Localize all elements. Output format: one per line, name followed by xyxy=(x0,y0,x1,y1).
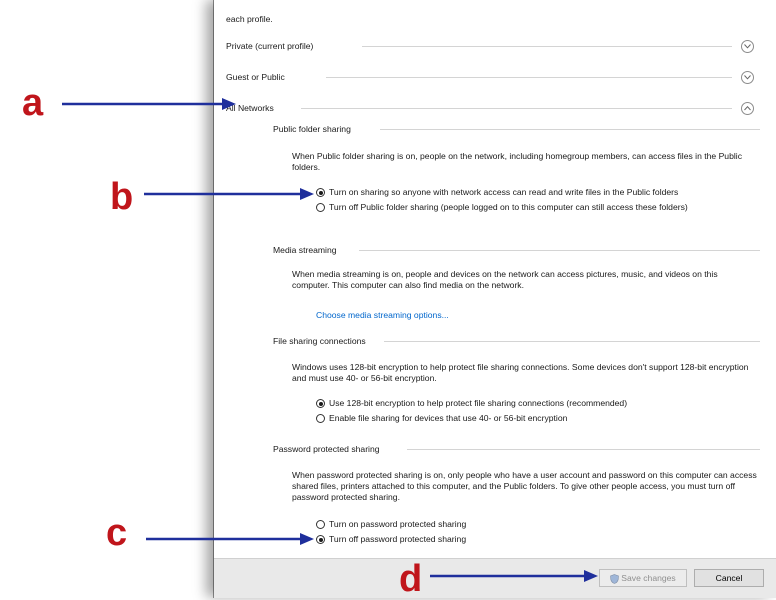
radio-button[interactable] xyxy=(316,535,325,544)
radio-label: Use 128-bit encryption to help protect f… xyxy=(329,398,628,408)
annotation-letter-a: a xyxy=(22,82,44,124)
radio-label: Turn on sharing so anyone with network a… xyxy=(329,187,679,197)
save-changes-button[interactable]: Save changes xyxy=(599,569,687,587)
radio-button[interactable] xyxy=(316,188,325,197)
annotation-arrow-b xyxy=(144,188,314,200)
radio-button[interactable] xyxy=(316,399,325,408)
divider xyxy=(384,341,760,342)
settings-content: each profile. Private (current profile) … xyxy=(214,0,776,558)
radio-password-on[interactable]: Turn on password protected sharing xyxy=(316,519,716,530)
section-heading-media: Media streaming xyxy=(273,245,337,255)
radio-public-folder-on[interactable]: Turn on sharing so anyone with network a… xyxy=(316,187,766,198)
section-heading-file-sharing: File sharing connections xyxy=(273,336,366,346)
media-description: When media streaming is on, people and d… xyxy=(292,269,718,290)
annotation-letter-b: b xyxy=(110,176,134,218)
profile-guest-label[interactable]: Guest or Public xyxy=(226,72,285,83)
password-description: When password protected sharing is on, o… xyxy=(292,470,757,502)
section-heading-public-folder: Public folder sharing xyxy=(273,124,351,134)
divider xyxy=(326,77,732,78)
radio-button[interactable] xyxy=(316,520,325,529)
radio-label: Turn off Public folder sharing (people l… xyxy=(329,202,688,212)
chevron-up-icon[interactable] xyxy=(741,102,754,115)
annotation-arrow-d xyxy=(430,570,598,582)
radio-password-off[interactable]: Turn off password protected sharing xyxy=(316,534,716,545)
radio-label: Turn off password protected sharing xyxy=(329,534,467,544)
divider xyxy=(380,129,760,130)
annotation-letter-c: c xyxy=(106,512,128,554)
divider xyxy=(301,108,732,109)
divider xyxy=(407,449,760,450)
chevron-down-icon[interactable] xyxy=(741,71,754,84)
advanced-sharing-settings-window: each profile. Private (current profile) … xyxy=(214,0,776,598)
annotation-letter-d: d xyxy=(399,558,423,600)
radio-label: Turn on password protected sharing xyxy=(329,519,467,529)
public-folder-description: When Public folder sharing is on, people… xyxy=(292,151,742,172)
radio-40-56-bit-encryption[interactable]: Enable file sharing for devices that use… xyxy=(316,413,746,424)
radio-button[interactable] xyxy=(316,203,325,212)
shield-icon xyxy=(610,573,620,584)
section-heading-password: Password protected sharing xyxy=(273,444,380,454)
radio-button[interactable] xyxy=(316,414,325,423)
media-streaming-options-link[interactable]: Choose media streaming options... xyxy=(316,310,449,321)
file-sharing-description: Windows uses 128-bit encryption to help … xyxy=(292,362,749,383)
cancel-button[interactable]: Cancel xyxy=(694,569,764,587)
radio-label: Enable file sharing for devices that use… xyxy=(329,413,568,423)
annotation-arrow-a xyxy=(62,98,236,110)
cancel-label: Cancel xyxy=(715,573,743,583)
profile-private-label[interactable]: Private (current profile) xyxy=(226,41,313,52)
divider xyxy=(362,46,732,47)
radio-128-bit-encryption[interactable]: Use 128-bit encryption to help protect f… xyxy=(316,398,746,409)
chevron-down-icon[interactable] xyxy=(741,40,754,53)
save-changes-label: Save changes xyxy=(621,573,676,583)
divider xyxy=(359,250,760,251)
annotation-arrow-c xyxy=(146,533,314,545)
radio-public-folder-off[interactable]: Turn off Public folder sharing (people l… xyxy=(316,202,736,213)
intro-text: each profile. xyxy=(226,14,273,24)
